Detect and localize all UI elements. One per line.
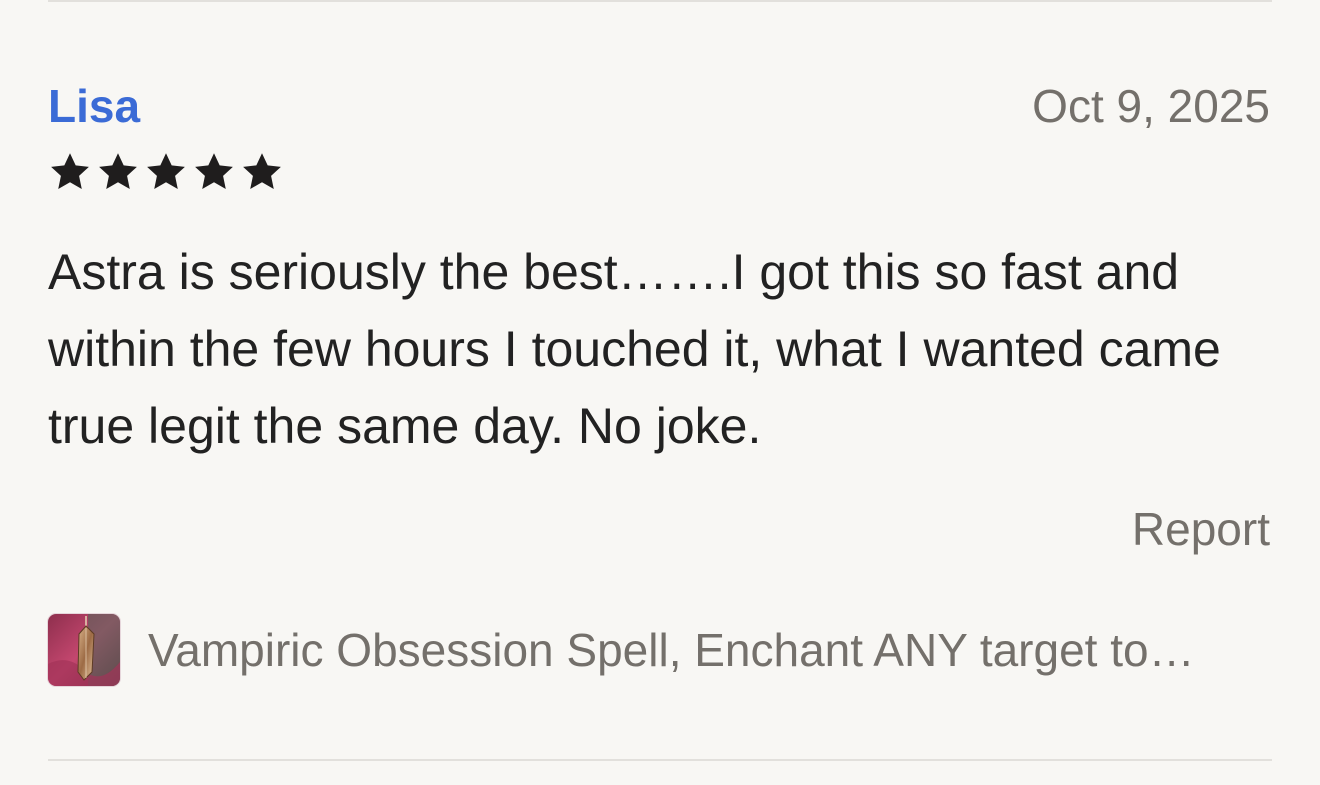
bottom-divider: [48, 759, 1272, 761]
star-icon: [243, 153, 281, 189]
crystal-pendant-thumbnail-icon: [48, 614, 120, 686]
star-rating: [48, 150, 284, 194]
product-title[interactable]: Vampiric Obsession Spell, Enchant ANY ta…: [148, 623, 1195, 677]
star-icon: [195, 153, 233, 189]
reviewer-name-link[interactable]: Lisa: [48, 80, 140, 132]
star-icon: [147, 153, 185, 189]
star-icon: [51, 153, 89, 189]
star-icon: [99, 153, 137, 189]
review-date: Oct 9, 2025: [1032, 80, 1270, 132]
product-thumbnail[interactable]: [48, 614, 120, 686]
top-divider: [48, 0, 1272, 2]
reviewed-product-link[interactable]: Vampiric Obsession Spell, Enchant ANY ta…: [48, 612, 1272, 688]
review-text: Astra is seriously the best…….I got this…: [48, 244, 1221, 454]
report-button[interactable]: Report: [1132, 502, 1270, 556]
